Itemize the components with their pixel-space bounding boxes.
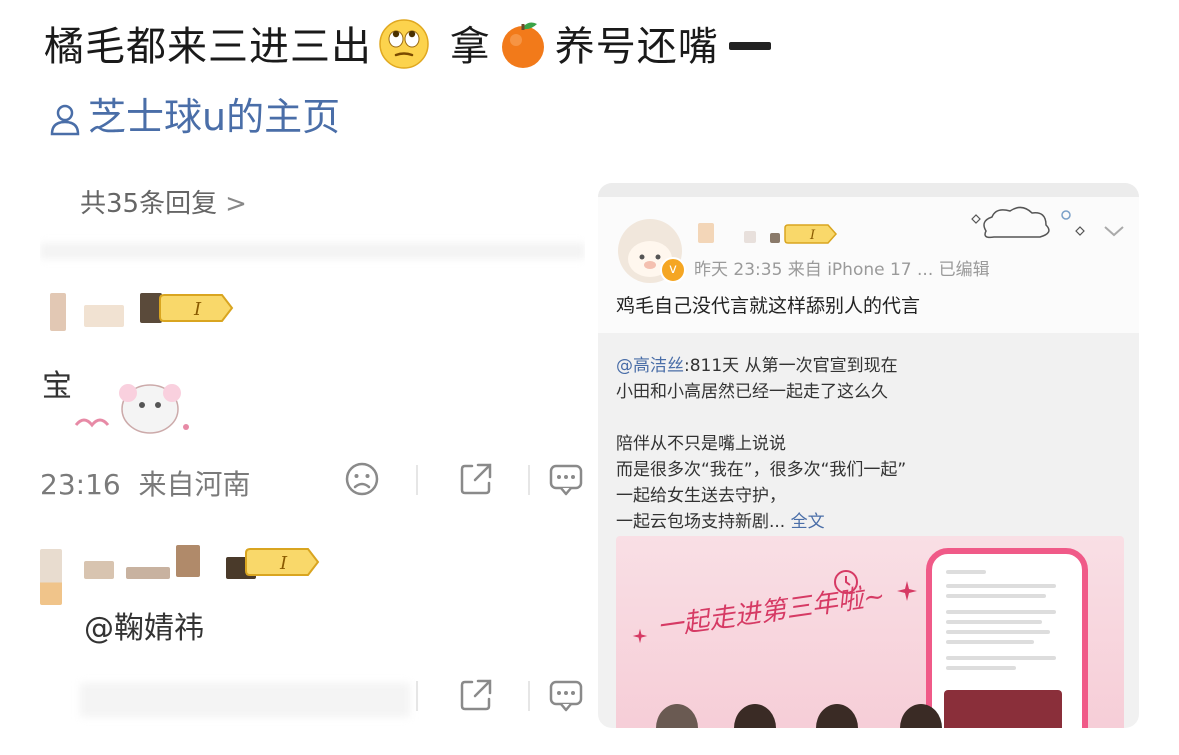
phone-content-line (946, 584, 1056, 588)
author-name: 芝士球u的主页 (88, 95, 341, 139)
dash-icon (728, 42, 771, 50)
share-icon[interactable] (458, 677, 494, 713)
phone-photo (944, 690, 1062, 728)
comment-1-meta: 23:16 来自河南 (40, 463, 251, 503)
comment-location: 来自河南 (138, 468, 251, 501)
post-body-text: 鸡毛自己没代言就这样舔别人的代言 (616, 295, 921, 317)
action-separator (528, 465, 530, 495)
comment-time: 23:16 (40, 468, 121, 501)
phone-content-line (946, 610, 1056, 614)
level-badge-icon: I (245, 548, 320, 576)
censored-username-mosaic (84, 305, 124, 327)
promo-headline: 一起走进第三年啦~ (655, 581, 888, 643)
repost-card[interactable]: @高洁丝:811天 从第一次官宣到现在 小田和小高居然已经一起走了这么久 陪伴从… (598, 333, 1139, 728)
cartoon-character (816, 704, 858, 728)
mention-link[interactable]: @高洁丝 (616, 356, 684, 376)
phone-mockup (926, 548, 1088, 728)
user-icon (50, 104, 80, 136)
blurred-divider (40, 243, 585, 259)
censored-username-mosaic (770, 233, 780, 243)
repost-line-2: 小田和小高居然已经一起走了这么久 (616, 382, 888, 402)
title-text-3: 养号还嘴 (554, 24, 719, 70)
action-separator (416, 681, 418, 711)
comment-bubble-icon[interactable] (548, 461, 584, 497)
level-badge-icon: I (784, 224, 838, 244)
repost-line-5: 一起给女生送去守护， (616, 486, 786, 506)
repost-line-4: 而是很多次“我在”，很多次“我们一起” (616, 460, 907, 480)
reply-count-label: 共35条回复 (80, 189, 218, 219)
promo-image[interactable]: 一起走进第三年啦~ (616, 536, 1124, 728)
phone-content-line (946, 630, 1050, 634)
censored-username-mosaic (84, 561, 114, 579)
phone-content-line (946, 570, 986, 574)
phone-content-line (946, 666, 1016, 670)
read-more-link[interactable]: 全文 (791, 512, 825, 532)
dislike-face-icon[interactable] (344, 461, 380, 497)
author-homepage-link[interactable]: 芝士球u的主页 (48, 92, 340, 142)
blurred-meta-row (80, 683, 410, 717)
repost-text: @高洁丝:811天 从第一次官宣到现在 小田和小高居然已经一起走了这么久 陪伴从… (616, 353, 906, 535)
sticker-image (74, 384, 189, 434)
title-text-2: 拿 (449, 24, 491, 70)
title-text-1: 橘毛都来三进三出 (44, 24, 372, 70)
left-comment-screenshot: 共35条回复 > I 宝 23:16 来自河南 I @鞠婧祎 (40, 165, 585, 730)
cloud-doodle-icon (971, 206, 1085, 239)
tangerine-emoji-icon (497, 18, 549, 70)
level-badge-text: I (193, 299, 202, 320)
censored-username-mosaic (698, 223, 714, 243)
phone-content-line (946, 620, 1042, 624)
repost-line-1: :811天 从第一次官宣到现在 (684, 356, 898, 376)
cartoon-character (734, 704, 776, 728)
phone-content-line (946, 656, 1056, 660)
reply-count-row[interactable]: 共35条回复 > (80, 183, 247, 220)
level-badge-text: I (809, 228, 816, 243)
comment-2-mention[interactable]: @鞠婧祎 (84, 603, 204, 647)
censored-avatar-mosaic (40, 549, 62, 605)
action-separator (528, 681, 530, 711)
cartoon-character (656, 704, 698, 728)
repost-line-6: 一起云包场支持新剧... (616, 512, 786, 532)
eye-roll-emoji-icon (378, 18, 430, 70)
post-title: 橘毛都来三进三出 拿 养号还嘴 (44, 18, 771, 75)
share-icon[interactable] (458, 461, 494, 497)
chevron-down-icon[interactable] (1102, 223, 1126, 239)
comment-bubble-icon[interactable] (548, 677, 584, 713)
censored-username-mosaic (50, 293, 66, 331)
censored-username-mosaic (126, 567, 170, 579)
censored-username-mosaic (176, 545, 200, 577)
top-band (598, 183, 1139, 197)
chevron-right-icon: > (225, 189, 247, 219)
level-badge-text: I (279, 553, 288, 574)
level-badge-icon: I (159, 294, 234, 322)
sparkle-icon (632, 628, 648, 644)
repost-line-3: 陪伴从不只是嘴上说说 (616, 434, 786, 454)
phone-content-line (946, 594, 1046, 598)
action-separator (416, 465, 418, 495)
sparkle-icon (897, 581, 917, 601)
verified-badge-icon: v (660, 257, 686, 283)
right-post-screenshot: v I 昨天 23:35 来自 iPhone 17 ... 已编辑 鸡毛自己没代… (598, 183, 1139, 728)
phone-content-line (946, 640, 1034, 644)
censored-username-mosaic (744, 231, 756, 243)
post-meta: 昨天 23:35 来自 iPhone 17 ... 已编辑 (694, 260, 990, 280)
